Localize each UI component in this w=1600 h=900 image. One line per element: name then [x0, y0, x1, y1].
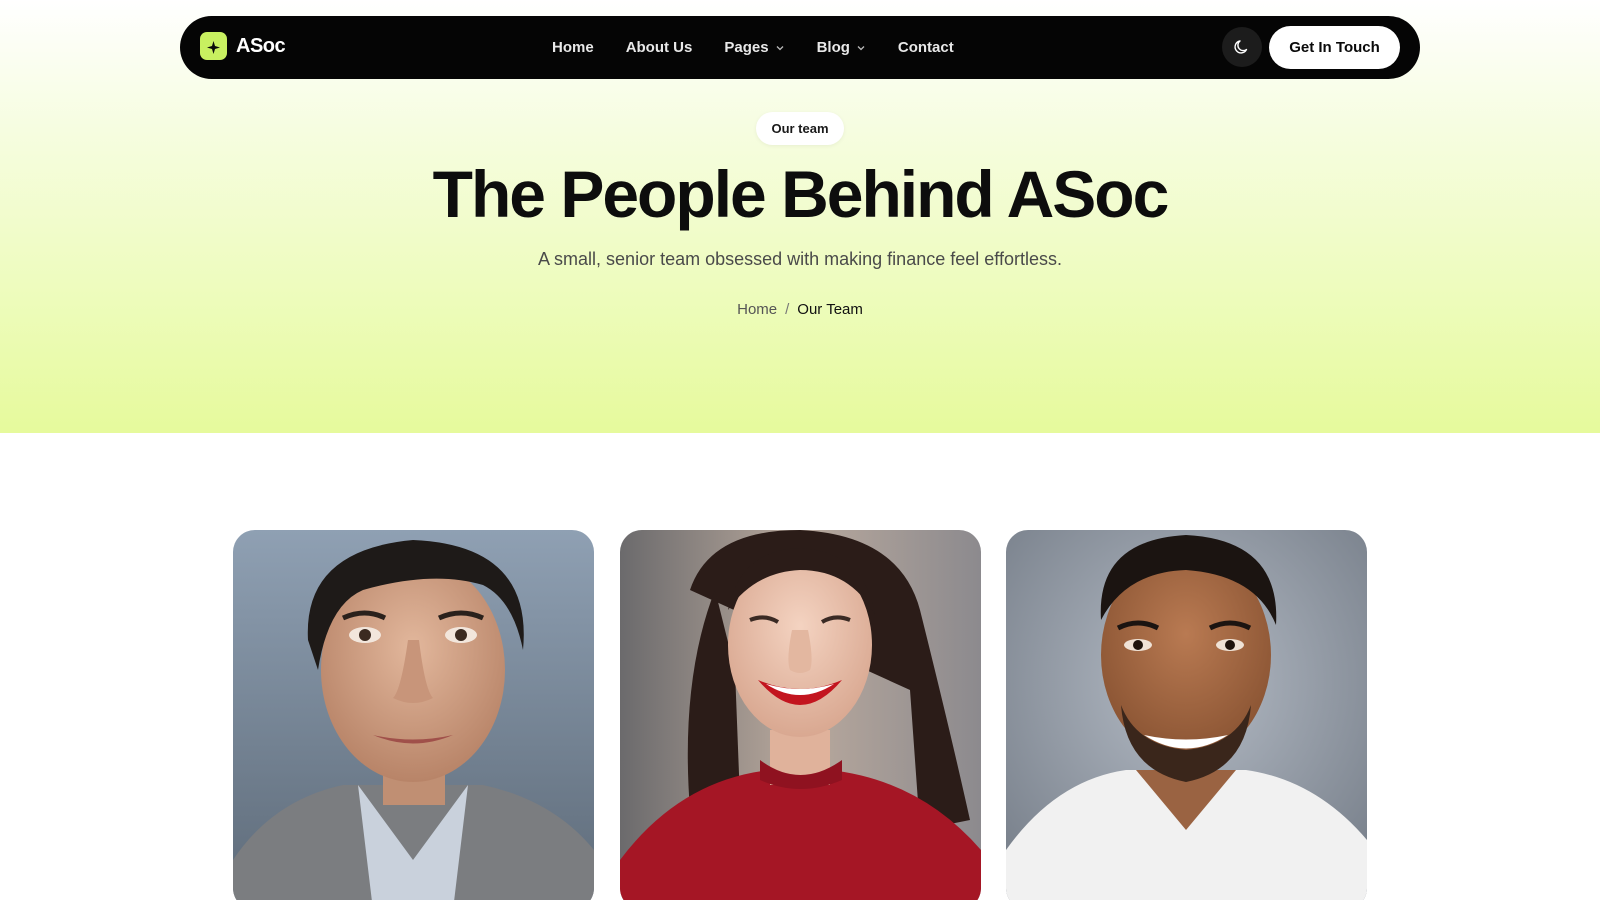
breadcrumb: Home / Our Team [0, 301, 1600, 318]
nav-item-label: Contact [897, 39, 954, 56]
brand-logo[interactable]: ASoc [200, 32, 286, 60]
breadcrumb-home-link[interactable]: Home [737, 301, 777, 318]
nav-item-contact[interactable]: Contact [898, 39, 954, 56]
navbar: ASoc Home About Us Pages Blog Contact Ge… [180, 16, 1420, 79]
logo-mark-icon [200, 32, 227, 60]
nav-item-pages[interactable]: Pages [724, 39, 784, 56]
theme-toggle-button[interactable] [1222, 27, 1262, 67]
team-member-photo[interactable] [1006, 530, 1367, 900]
get-in-touch-button[interactable]: Get In Touch [1269, 26, 1400, 69]
nav-item-blog[interactable]: Blog [817, 39, 866, 56]
brand-name: ASoc [236, 34, 286, 57]
page-title: The People Behind ASoc [432, 157, 1170, 231]
breadcrumb-separator: / [785, 301, 790, 318]
breadcrumb-current: Our Team [797, 301, 863, 318]
nav-item-label: Pages [724, 39, 769, 56]
page-subtitle: A small, senior team obsessed with makin… [538, 249, 1062, 269]
nav-item-about-us[interactable]: About Us [626, 39, 693, 56]
portrait-woman-red-top [620, 530, 981, 900]
nav-links: Home About Us Pages Blog Contact [552, 16, 954, 79]
nav-item-home[interactable]: Home [552, 39, 594, 56]
chevron-down-icon [776, 45, 784, 50]
team-member-photo[interactable] [233, 530, 594, 900]
portrait-man-grey-sweater [233, 530, 594, 900]
nav-item-label: About Us [625, 39, 693, 56]
portrait-man-white-tshirt [1006, 530, 1367, 900]
section-badge: Our team [756, 112, 844, 145]
nav-item-label: Home [552, 39, 594, 56]
chevron-down-icon [857, 45, 865, 50]
team-member-photo[interactable] [620, 530, 981, 900]
moon-icon [1234, 40, 1248, 54]
nav-item-label: Blog [816, 39, 850, 56]
